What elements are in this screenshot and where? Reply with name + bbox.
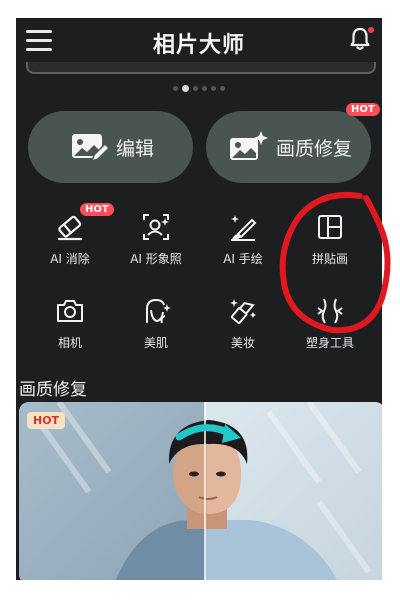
top-bar: 相片大师 — [16, 18, 382, 64]
carousel-dot[interactable] — [173, 86, 178, 91]
hot-badge: HOT — [346, 103, 380, 116]
carousel-dot[interactable] — [202, 86, 207, 91]
app-title: 相片大师 — [152, 33, 245, 58]
carousel-pagination — [16, 85, 382, 92]
card-hot-badge: HOT — [27, 412, 66, 429]
tool-label: AI 形象照 — [130, 252, 182, 266]
red-annotation-circle — [279, 192, 391, 334]
edit-label: 编辑 — [116, 138, 155, 160]
portrait-photo — [19, 402, 382, 580]
tool-ai-portrait[interactable]: AI 形象照 — [114, 208, 198, 278]
brush-sparkle-icon — [231, 215, 257, 241]
quality-repair-card[interactable]: HOT — [19, 402, 382, 580]
portrait-sparkle-icon — [143, 214, 169, 240]
tool-label: 美肌 — [143, 336, 168, 350]
edit-button[interactable]: 编辑 — [28, 111, 193, 183]
section-title: 画质修复 — [19, 380, 87, 400]
hot-badge: HOT — [80, 203, 114, 216]
quality-repair-label: 画质修复 — [276, 138, 353, 160]
tool-beauty-skin[interactable]: 美肌 — [114, 292, 198, 362]
face-sparkle-icon — [146, 298, 171, 324]
tool-camera[interactable]: 相机 — [28, 292, 112, 362]
carousel-dot[interactable] — [211, 86, 216, 91]
image-edit-icon — [72, 134, 110, 163]
quality-repair-button[interactable]: 画质修复 HOT — [206, 103, 380, 183]
eraser-icon — [57, 215, 83, 241]
camera-icon — [57, 300, 83, 322]
notification-button[interactable] — [348, 26, 374, 54]
carousel-dot[interactable] — [182, 85, 189, 92]
carousel-dot[interactable] — [220, 86, 225, 91]
lipstick-icon — [230, 299, 256, 324]
tool-ai-erase[interactable]: HOT AI 消除 — [28, 203, 114, 278]
tool-label: AI 消除 — [50, 252, 90, 266]
image-sparkle-icon — [230, 131, 268, 160]
carousel-dot[interactable] — [193, 86, 198, 91]
tool-label: 相机 — [57, 336, 82, 350]
notification-dot — [368, 27, 374, 33]
banner-carousel[interactable] — [26, 62, 376, 74]
phone-frame: 相片大师 编辑 画质修复 HOT HOT AI 消除 AI 形象照 AI 手绘 … — [0, 0, 400, 600]
